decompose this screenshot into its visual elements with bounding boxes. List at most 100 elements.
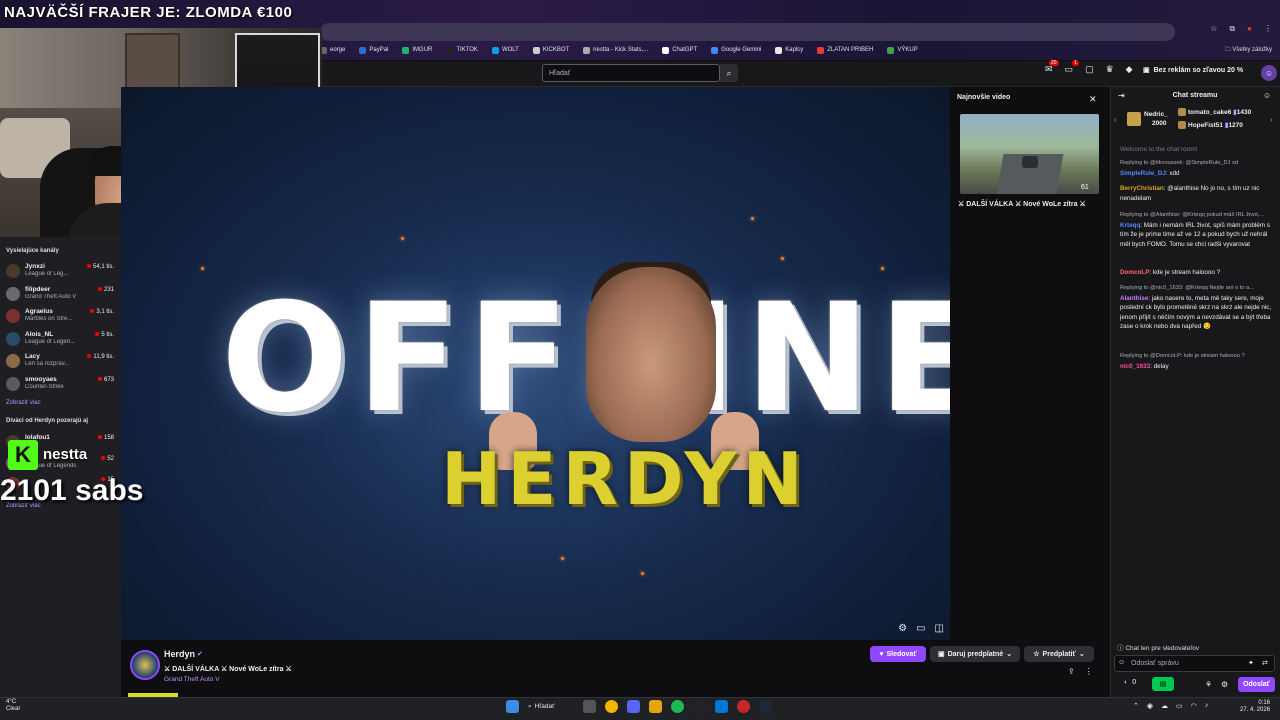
crown-icon[interactable]: ♛ <box>1106 64 1114 75</box>
bookmark-item[interactable]: ZLATAN PRIBEH <box>817 46 873 54</box>
spotify-icon[interactable] <box>671 700 684 713</box>
spark <box>881 267 884 270</box>
taskbar-search[interactable]: ⌕ Hľadať <box>528 703 574 711</box>
bookmark-item[interactable]: WOLT <box>491 46 519 54</box>
star-icon[interactable]: ☆ <box>1210 24 1217 34</box>
inbox-icon[interactable]: ▭ 1 <box>1065 60 1080 75</box>
points-value: 0 <box>1132 679 1137 686</box>
follow-button[interactable]: ♥ Sledovať <box>870 646 926 662</box>
next-gifter-icon[interactable]: › <box>1270 117 1272 124</box>
show-more-link[interactable]: Zobraziť viac <box>0 400 41 406</box>
activity-icon[interactable]: ⚘ <box>1205 680 1212 689</box>
live-channels-title: Vysielajúce kanály <box>6 248 59 254</box>
volume-icon[interactable]: ♪ <box>1205 702 1209 710</box>
channel-viewers: 3,1 tis. <box>90 309 114 315</box>
sidebar-channel[interactable]: Lacy Len sa rozpráv... 11,9 tis. <box>6 353 118 373</box>
weather-desc: Clear <box>6 706 21 712</box>
bookmark-item[interactable]: Google Gemini <box>711 46 761 54</box>
chrome-icon[interactable] <box>605 700 618 713</box>
chat-message: Replying to @nic0_1633: @Krteqq Nejde an… <box>1120 284 1272 332</box>
bookmark-item[interactable]: Kaplcy <box>775 46 804 54</box>
bookmark-favicon-icon <box>662 46 670 54</box>
steam-tray-icon[interactable]: ◉ <box>1147 702 1153 710</box>
gift-sub-button[interactable]: ▣ Daruj predplatné ⌄ <box>930 646 1020 662</box>
bookmark-item[interactable]: ChatGPT <box>662 46 697 54</box>
weather-widget[interactable]: 4°C Clear <box>6 699 20 713</box>
emote-icon[interactable]: ☺ <box>1118 659 1125 666</box>
sidebar-channel[interactable]: Alois_NL League of Legen... 5 tis. <box>6 331 118 351</box>
bookmark-item[interactable]: IMGUR <box>402 46 432 54</box>
chat-username[interactable]: nic0_1633 <box>1120 363 1150 370</box>
bits-button[interactable]: ▤ <box>1152 677 1174 691</box>
sidebar-channel[interactable]: smooyaes Counter-Strike 673 <box>6 376 118 396</box>
extension-icon[interactable]: ⧉ <box>1229 24 1235 34</box>
sub-count: 2101 sabs <box>0 474 144 507</box>
record-icon[interactable]: ● <box>1247 24 1252 34</box>
latest-video-caption[interactable]: ⚔ DALŠÍ VÁLKA ⚔ Nové WoLe zítra ⚔ <box>958 200 1086 208</box>
whispers-icon[interactable]: ▢ <box>1085 64 1094 75</box>
subscribe-button[interactable]: ☆ Predplatiť ⌄ <box>1024 646 1094 662</box>
bookmark-label: Kaplcy <box>785 47 804 53</box>
search-button[interactable]: ⌕ <box>720 64 738 82</box>
video-player[interactable]: OFFLINE HERDYN ⚙ ▭ ◫ <box>121 87 950 640</box>
close-icon[interactable]: ✕ <box>1089 94 1097 105</box>
obs-icon[interactable] <box>737 700 750 713</box>
vscode-icon[interactable] <box>715 700 728 713</box>
bookmark-favicon-icon <box>532 46 540 54</box>
sidebar-channel[interactable]: filipdeer Grand Theft Auto V 231 <box>6 286 118 306</box>
theater-mode-icon[interactable]: ▭ <box>916 623 925 634</box>
monitor-icon[interactable]: ▭ <box>1176 702 1183 710</box>
stream-game[interactable]: Grand Theft Auto V <box>164 676 220 683</box>
chat-username[interactable]: SimpleRule_DJ <box>1120 170 1166 177</box>
windows-start-icon[interactable] <box>506 700 519 713</box>
menu-icon[interactable]: ⋮ <box>1264 24 1272 34</box>
send-button[interactable]: Odoslať <box>1238 677 1275 692</box>
streamer-face <box>586 267 716 442</box>
channel-points[interactable]: ◐ 0 <box>1124 679 1136 686</box>
chat-username[interactable]: Alanthise <box>1120 295 1148 302</box>
address-bar[interactable] <box>320 23 1175 41</box>
chat-username[interactable]: DomcoLP <box>1120 269 1149 276</box>
share-icon[interactable]: ⇪ <box>1068 667 1075 676</box>
sidebar-channel[interactable]: Agraelus Marbles on Stre... 3,1 tis. <box>6 308 118 328</box>
fullscreen-icon[interactable]: ◫ <box>935 623 944 634</box>
steam-icon[interactable] <box>759 700 772 713</box>
onedrive-icon[interactable]: ☁ <box>1161 702 1168 710</box>
followers-only-notice: ⓘ Chat len pre sledovateľov <box>1117 642 1199 652</box>
all-bookmarks-link[interactable]: 🗀 Všetky záložky <box>1225 45 1272 55</box>
bookmark-item[interactable]: VÝKUP <box>887 46 918 54</box>
file-explorer-icon[interactable] <box>649 700 662 713</box>
search-input[interactable]: Hľadať <box>542 64 720 82</box>
chat-users-icon[interactable]: ☺ <box>1263 91 1271 100</box>
clock[interactable]: 0:16 27. 4. 2026 <box>1240 700 1270 714</box>
sidebar-channel[interactable]: Jynxzi League of Leg... 54,1 tis. <box>6 263 118 283</box>
more-icon[interactable]: ⋮ <box>1085 667 1093 676</box>
notifications-icon[interactable]: ✉ 20 <box>1045 60 1059 75</box>
magic-icon[interactable]: ✦ <box>1248 659 1254 667</box>
overlay-title: NAJVÄČŠÍ FRAJER JE: ZLOMDA €100 <box>4 4 293 21</box>
bookmark-item[interactable]: PayPal <box>359 46 388 54</box>
chat-settings-icon[interactable]: ⚙ <box>1221 680 1228 689</box>
chevron-up-icon[interactable]: ⌃ <box>1133 702 1139 710</box>
bookmark-item[interactable]: TIKTOK <box>446 46 478 54</box>
streamer-avatar[interactable] <box>130 650 160 680</box>
prev-gifter-icon[interactable]: ‹ <box>1114 117 1116 124</box>
kick-icon[interactable]: ⇄ <box>1262 659 1268 667</box>
latest-video-thumbnail[interactable] <box>960 114 1099 194</box>
capcut-icon[interactable] <box>693 700 706 713</box>
ad-free-button[interactable]: ▣ Bez reklám so zľavou 20 % <box>1143 66 1243 75</box>
wifi-icon[interactable]: ◠ <box>1191 702 1197 710</box>
chat-panel <box>1110 87 1280 697</box>
profile-avatar[interactable]: ☺ <box>1261 65 1277 81</box>
task-view-icon[interactable] <box>583 700 596 713</box>
streamer-name[interactable]: Herdyn <box>164 649 195 659</box>
bits-icon[interactable]: ◆ <box>1126 64 1133 75</box>
bookmark-item[interactable]: eorge <box>320 46 345 54</box>
bookmark-item[interactable]: nestta - Kick Stats,... <box>583 46 648 54</box>
discord-icon[interactable] <box>627 700 640 713</box>
settings-icon[interactable]: ⚙ <box>898 623 907 634</box>
chat-username[interactable]: Krteqq <box>1120 222 1140 229</box>
channel-game: Counter-Strike <box>25 383 64 390</box>
chat-username[interactable]: BerryChristian <box>1120 185 1164 192</box>
bookmark-item[interactable]: KICKBOT <box>532 46 569 54</box>
